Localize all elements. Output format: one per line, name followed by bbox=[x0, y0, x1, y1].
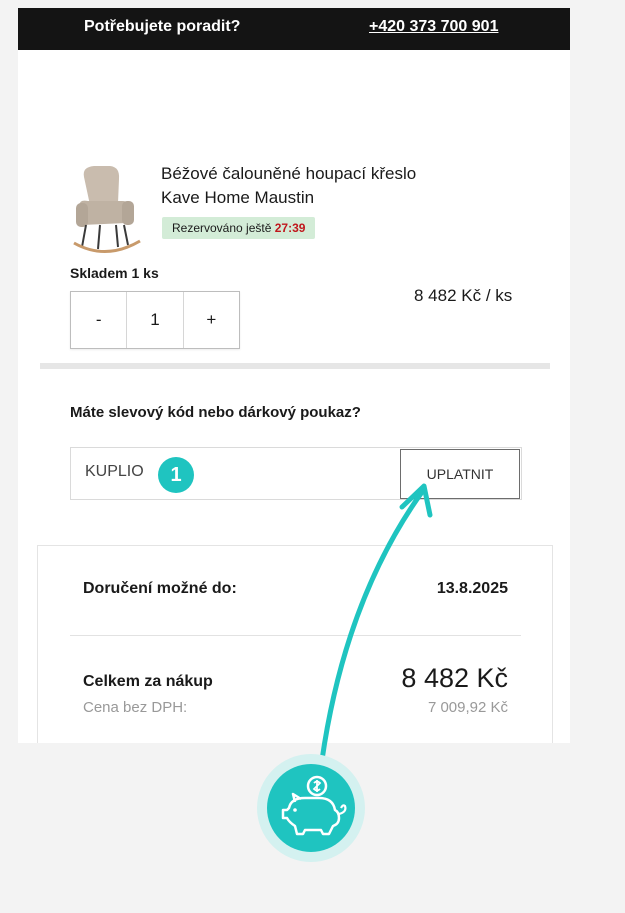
qty-minus-button[interactable]: - bbox=[71, 292, 126, 348]
step-number-badge: 1 bbox=[158, 457, 194, 493]
product-image[interactable] bbox=[70, 163, 144, 259]
unit-price: 8 482 Kč / ks bbox=[414, 286, 513, 305]
help-text: Potřebujete poradit? bbox=[84, 18, 241, 35]
net-price-value: 7 009,92 Kč bbox=[427, 699, 508, 716]
summary-divider bbox=[70, 635, 521, 636]
phone-link[interactable]: +420 373 700 901 bbox=[369, 18, 498, 36]
total-label: Celkem za nákup bbox=[83, 673, 213, 690]
reservation-timer: 27:39 bbox=[274, 221, 306, 235]
delivery-date: 13.8.2025 bbox=[436, 580, 508, 597]
product-name[interactable]: Béžové čalouněné houpací křeslo Kave Hom… bbox=[161, 162, 501, 210]
quantity-stepper: - 1 + bbox=[70, 291, 240, 349]
coupon-input[interactable]: KUPLIO bbox=[85, 463, 144, 481]
discount-title: Máte slevový kód nebo dárkový poukaz? bbox=[70, 404, 361, 421]
section-divider bbox=[40, 363, 550, 369]
stock-status: Skladem 1 ks bbox=[70, 265, 159, 281]
total-value: 8 482 Kč bbox=[401, 663, 508, 693]
net-price-label: Cena bez DPH: bbox=[83, 699, 188, 716]
top-bar: Potřebujete poradit? +420 373 700 901 bbox=[18, 8, 570, 50]
reservation-badge: Rezervováno ještě 27:39 bbox=[162, 217, 316, 239]
delivery-label: Doručení možné do: bbox=[83, 580, 237, 597]
piggy-bank-coin-icon bbox=[267, 764, 355, 852]
qty-value-field[interactable]: 1 bbox=[126, 292, 184, 348]
order-summary: Doručení možné do: 13.8.2025 Celkem za n… bbox=[37, 545, 553, 743]
qty-plus-button[interactable]: + bbox=[184, 292, 239, 348]
coupon-field[interactable]: KUPLIO UPLATNIT bbox=[70, 447, 522, 500]
checkout-card: Potřebujete poradit? +420 373 700 901 Bé… bbox=[18, 8, 570, 743]
piggy-bank-icon bbox=[281, 775, 347, 836]
apply-coupon-button[interactable]: UPLATNIT bbox=[400, 449, 520, 499]
